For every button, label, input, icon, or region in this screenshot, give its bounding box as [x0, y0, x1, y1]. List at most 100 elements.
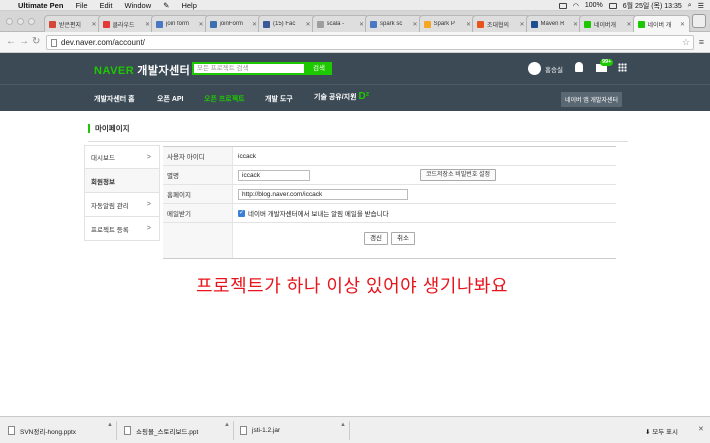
cancel-button[interactable]: 취소: [390, 232, 415, 245]
menu-help[interactable]: Help: [175, 1, 202, 10]
chevron-right-icon: >: [146, 201, 151, 208]
profile-button[interactable]: [692, 14, 706, 28]
side-item-member-info[interactable]: 회원정보: [84, 169, 160, 193]
close-tab-icon[interactable]: ✕: [573, 21, 578, 28]
notification-icon[interactable]: ☰: [698, 2, 704, 10]
browser-tab[interactable]: (15) Fac ✕: [258, 15, 316, 32]
chevron-up-icon[interactable]: ▲: [107, 422, 113, 428]
close-tab-icon[interactable]: ✕: [412, 21, 417, 28]
divider: [233, 421, 234, 440]
menu-window[interactable]: Window: [118, 1, 157, 10]
close-tab-icon[interactable]: ✕: [466, 21, 471, 28]
pen-icon[interactable]: ✎: [157, 1, 175, 10]
close-tab-icon[interactable]: ✕: [91, 21, 96, 28]
chrome-menu-icon[interactable]: ≡: [699, 37, 704, 47]
homepage-input[interactable]: http://blog.naver.com/iccack: [238, 188, 408, 200]
browser-tab[interactable]: 네이버 개 ✕: [632, 15, 690, 32]
back-icon[interactable]: ←: [6, 37, 16, 47]
browser-tab[interactable]: Spark P ✕: [418, 15, 476, 32]
minimize-window-button[interactable]: [17, 18, 24, 25]
nav-home[interactable]: 개발자센터 홈: [94, 94, 135, 104]
close-tab-icon[interactable]: ✕: [252, 21, 257, 28]
browser-tab[interactable]: 네이버개 ✕: [579, 15, 637, 32]
datetime-label[interactable]: 6월 25일 (목) 13:35: [623, 1, 682, 11]
browser-tab[interactable]: 조대협의 ✕: [472, 15, 530, 32]
browser-tab[interactable]: joinForm ✕: [204, 15, 262, 32]
download-item[interactable]: jsti-1.2.jar: [240, 421, 280, 440]
reload-icon[interactable]: ↻: [32, 37, 40, 47]
close-tab-icon[interactable]: ✕: [198, 21, 203, 28]
alias-input[interactable]: iccack: [238, 169, 310, 181]
browser-tabstrip: 받은편지 ✕ 클라우드 ✕ join form ✕ joinForm ✕ (15) Fac ✕ sc…: [0, 11, 710, 32]
wifi-icon[interactable]: ◠: [573, 2, 579, 10]
show-all-downloads-button[interactable]: ⬇ 모두 표시: [645, 426, 678, 436]
close-tab-icon[interactable]: ✕: [626, 21, 631, 28]
favicon-icon: [263, 20, 270, 28]
bell-icon[interactable]: [575, 62, 583, 72]
forward-icon[interactable]: →: [19, 37, 29, 47]
zoom-window-button[interactable]: [28, 18, 35, 25]
side-item-project-register[interactable]: 프로젝트 등록 >: [84, 217, 160, 241]
username[interactable]: 홍승실: [545, 64, 563, 74]
tab-label: scala -: [326, 21, 345, 27]
download-item[interactable]: 쇼핑몰_스토리보드.ppt: [124, 421, 198, 440]
mail-checkbox[interactable]: ✓: [238, 209, 245, 217]
tab-label: (15) Fac: [273, 21, 296, 27]
side-item-dashboard[interactable]: 대시보드 >: [84, 145, 160, 169]
mail-badge: 99+: [600, 59, 614, 66]
spotlight-icon[interactable]: ⌕: [688, 2, 692, 10]
site-header: NAVER 개발자센터 모든 프로젝트 검색 검색 홍승실 99+: [0, 53, 710, 84]
close-tab-icon[interactable]: ✕: [305, 21, 310, 28]
browser-tab[interactable]: Maven R ✕: [525, 15, 583, 32]
nav-open-api[interactable]: 오픈 API: [157, 94, 184, 104]
browser-tab[interactable]: join form ✕: [151, 15, 209, 32]
favicon-icon: [316, 20, 324, 28]
save-button[interactable]: 갱신: [364, 232, 388, 245]
tab-label: 네이버 개: [647, 22, 672, 29]
apps-grid-icon[interactable]: [618, 63, 627, 72]
browser-tab[interactable]: 클라우드 ✕: [97, 15, 155, 32]
tab-label: 받은편지: [59, 22, 82, 29]
browser-tab[interactable]: spark sc ✕: [365, 15, 423, 32]
nav-dev-tools[interactable]: 개발 도구: [265, 94, 293, 104]
search-button[interactable]: 검색: [306, 62, 332, 75]
close-window-button[interactable]: [6, 18, 13, 25]
logo-subtext: 개발자센터: [137, 65, 191, 77]
userid-value: iccack: [238, 152, 257, 160]
favicon-icon: [584, 20, 591, 28]
side-item-auto-alert[interactable]: 자동알림 관리 >: [84, 193, 160, 217]
close-tab-icon[interactable]: ✕: [680, 21, 685, 28]
naver-logo[interactable]: NAVER 개발자센터: [94, 62, 190, 78]
close-tab-icon[interactable]: ✕: [519, 21, 524, 28]
app-menu[interactable]: Ultimate Pen: [14, 1, 69, 10]
bookmark-star-icon[interactable]: ☆: [682, 37, 690, 48]
chevron-up-icon[interactable]: ▲: [340, 422, 346, 428]
project-search-input[interactable]: 모든 프로젝트 검색: [192, 62, 306, 75]
address-bar[interactable]: dev.naver.com/account/: [46, 35, 694, 50]
menu-file[interactable]: File: [69, 1, 93, 10]
close-tab-icon[interactable]: ✕: [359, 21, 364, 28]
nav-open-project[interactable]: 오픈 프로젝트: [204, 94, 245, 104]
menu-edit[interactable]: Edit: [94, 1, 119, 10]
close-tab-icon[interactable]: ✕: [145, 21, 150, 28]
app-dev-center-button[interactable]: 네이버 앱 개발자센터: [561, 92, 623, 107]
avatar[interactable]: [528, 62, 541, 75]
nav-tech-share[interactable]: 기술 공유/지원 D²: [314, 91, 369, 102]
code-repo-password-button[interactable]: 코드저장소 비밀번호 설정: [420, 169, 497, 181]
menubar-status: ◠ 100% 6월 25일 (목) 13:35 ⌕ ☰: [558, 0, 704, 11]
download-item[interactable]: SVN정리-hong.pptx: [8, 421, 76, 440]
divider: [116, 421, 117, 440]
row-mail: 메일받기 ✓ 네이버 개발자센터에서 보내는 알림 메일을 받습니다: [163, 204, 616, 223]
download-name: jsti-1.2.jar: [252, 427, 281, 434]
favicon-icon: [102, 20, 110, 28]
tabs: 받은편지 ✕ 클라우드 ✕ join form ✕ joinForm ✕ (15) Fac ✕ sc…: [44, 15, 690, 32]
browser-tab[interactable]: 받은편지 ✕: [44, 15, 102, 32]
side-item-label: 자동알림 관리: [91, 202, 129, 210]
battery-label: 100%: [584, 2, 603, 9]
close-icon[interactable]: ✕: [698, 425, 704, 433]
battery-icon[interactable]: [608, 2, 617, 9]
chevron-up-icon[interactable]: ▲: [224, 422, 230, 428]
browser-tab[interactable]: scala - ✕: [311, 15, 369, 32]
display-icon[interactable]: [558, 2, 567, 9]
row-userid: 사용자 아이디 iccack: [163, 147, 616, 166]
